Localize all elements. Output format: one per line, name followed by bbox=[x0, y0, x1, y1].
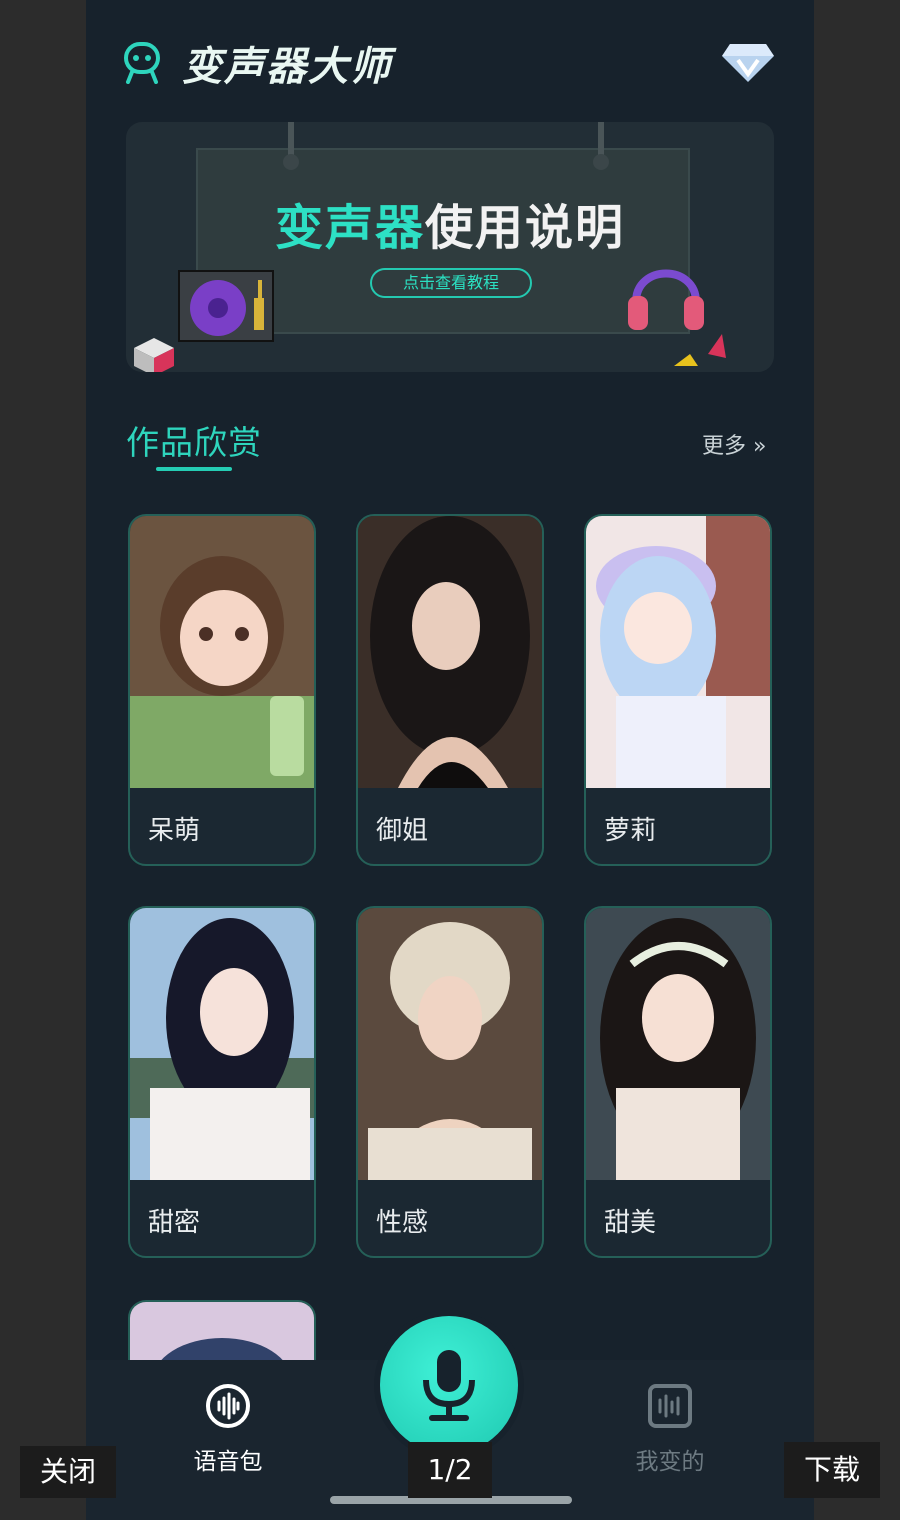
section-underline bbox=[156, 467, 232, 471]
vip-diamond-icon[interactable] bbox=[720, 40, 776, 84]
headphone-icon bbox=[628, 269, 704, 330]
card-label: 性感 bbox=[376, 1208, 429, 1238]
app-header: 变声器大师 bbox=[86, 0, 814, 110]
waveform-box-icon bbox=[648, 1384, 692, 1428]
record-mic-button[interactable] bbox=[380, 1316, 518, 1454]
nav-label: 我变的 bbox=[635, 1449, 705, 1475]
shape-decoration bbox=[674, 334, 726, 366]
nav-my-changes[interactable]: 我变的 bbox=[600, 1382, 740, 1476]
card-image bbox=[358, 908, 542, 1180]
more-link[interactable]: 更多 » bbox=[702, 428, 766, 460]
card-label: 甜密 bbox=[148, 1208, 201, 1238]
card-label: 萝莉 bbox=[604, 816, 657, 846]
card-label: 呆萌 bbox=[148, 816, 201, 846]
hanger-decoration bbox=[283, 122, 299, 170]
microphone-icon bbox=[423, 1350, 475, 1421]
view-tutorial-button[interactable]: 点击查看教程 bbox=[370, 268, 532, 298]
viewer-stage: 变声器大师 变声器使用说明 点击查看教程 作品欣赏 更多 » 呆萌 御姐 萝莉 … bbox=[0, 0, 900, 1520]
sound-wave-icon bbox=[206, 1384, 250, 1428]
banner-title: 变声器使用说明 bbox=[274, 200, 626, 256]
card-image bbox=[130, 516, 314, 788]
close-button[interactable]: 关闭 bbox=[20, 1446, 116, 1498]
card-label: 甜美 bbox=[604, 1208, 657, 1238]
card-image bbox=[130, 908, 314, 1180]
voice-card-tianmei[interactable]: 甜美 bbox=[584, 906, 772, 1258]
voice-card-yujie[interactable]: 御姐 bbox=[356, 514, 544, 866]
voice-card-daimeng[interactable]: 呆萌 bbox=[128, 514, 316, 866]
card-image bbox=[586, 908, 770, 1180]
phone-screen: 变声器大师 变声器使用说明 点击查看教程 作品欣赏 更多 » 呆萌 御姐 萝莉 … bbox=[86, 0, 814, 1520]
turntable-icon bbox=[178, 270, 274, 342]
hanger-decoration bbox=[593, 122, 609, 170]
download-button[interactable]: 下载 bbox=[784, 1442, 880, 1498]
section-title: 作品欣赏 bbox=[126, 423, 262, 462]
card-image bbox=[358, 516, 542, 788]
robot-logo-icon bbox=[124, 42, 160, 84]
nav-voice-pack[interactable]: 语音包 bbox=[158, 1382, 298, 1476]
card-image bbox=[586, 516, 770, 788]
voice-card-luoli[interactable]: 萝莉 bbox=[584, 514, 772, 866]
card-label: 御姐 bbox=[376, 816, 429, 846]
voice-card-tianmi[interactable]: 甜密 bbox=[128, 906, 316, 1258]
voice-card-xinggan[interactable]: 性感 bbox=[356, 906, 544, 1258]
tutorial-banner[interactable]: 变声器使用说明 点击查看教程 bbox=[126, 122, 774, 372]
cube-decoration bbox=[134, 338, 174, 372]
nav-label: 语音包 bbox=[193, 1449, 263, 1475]
page-indicator: 1/2 bbox=[408, 1442, 492, 1498]
app-title: 变声器大师 bbox=[182, 44, 392, 90]
